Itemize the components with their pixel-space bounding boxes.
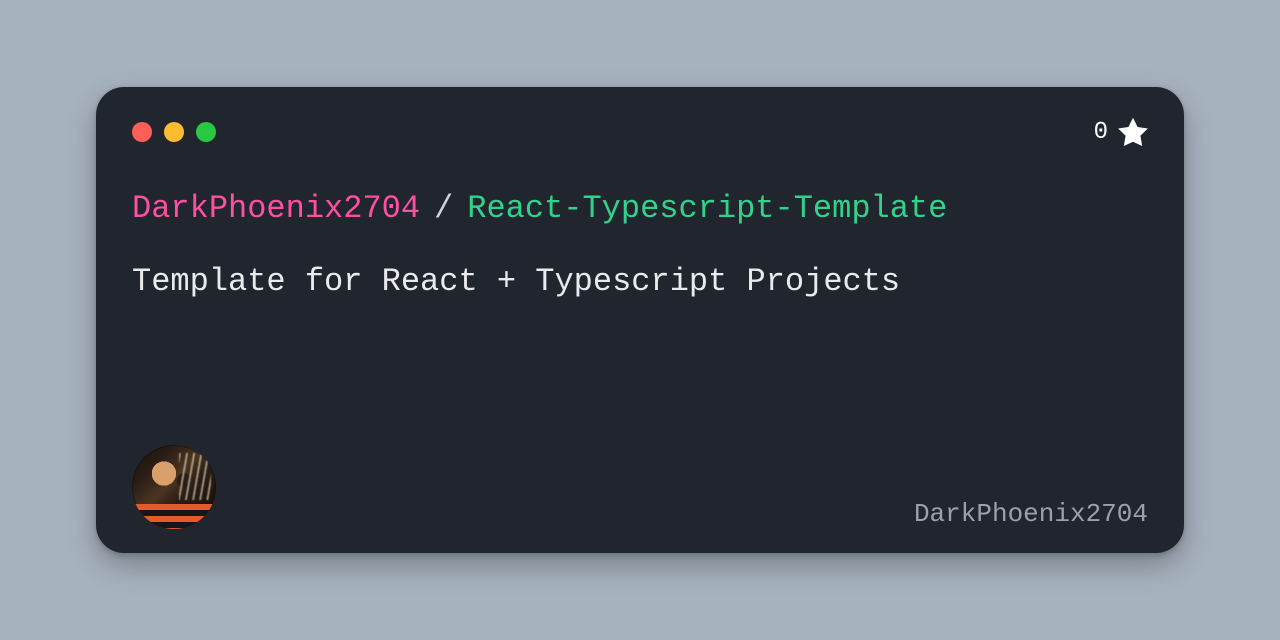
star-count-value: 0: [1094, 119, 1108, 146]
repo-owner[interactable]: DarkPhoenix2704: [132, 189, 420, 229]
star-count: 0: [1094, 117, 1148, 147]
repo-title: DarkPhoenix2704 / React-Typescript-Templ…: [132, 189, 1148, 229]
minimize-icon[interactable]: [164, 122, 184, 142]
window-controls: [132, 122, 216, 142]
star-icon: [1118, 117, 1148, 147]
close-icon[interactable]: [132, 122, 152, 142]
repo-name[interactable]: React-Typescript-Template: [467, 189, 947, 229]
zoom-icon[interactable]: [196, 122, 216, 142]
footer-username: DarkPhoenix2704: [914, 499, 1148, 529]
repo-description: Template for React + Typescript Projects: [132, 263, 1148, 300]
avatar[interactable]: [132, 445, 216, 529]
title-separator: /: [434, 189, 453, 229]
card-footer: DarkPhoenix2704: [132, 445, 1148, 529]
page-root: 0 DarkPhoenix2704 / React-Typescript-Tem…: [0, 0, 1280, 640]
repo-card: 0 DarkPhoenix2704 / React-Typescript-Tem…: [96, 87, 1184, 553]
window-titlebar: 0: [132, 115, 1148, 149]
